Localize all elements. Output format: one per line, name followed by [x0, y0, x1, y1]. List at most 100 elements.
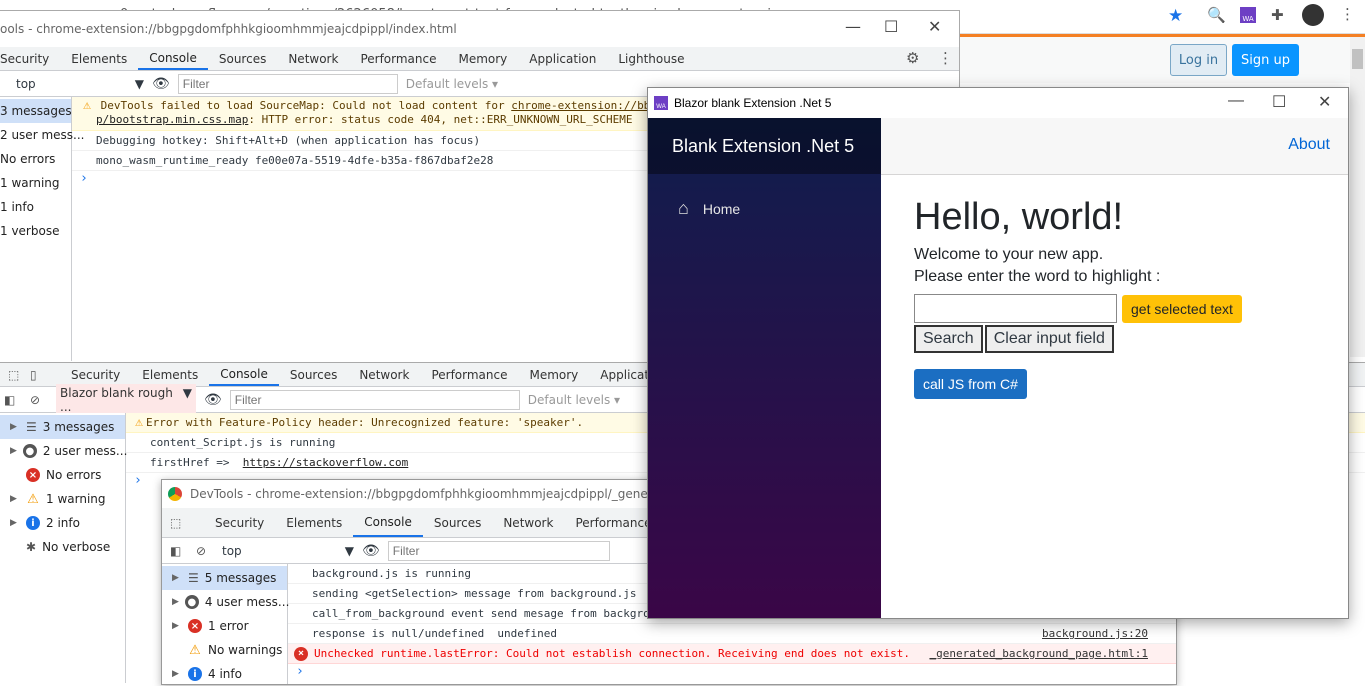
- sidebar-messages[interactable]: ▶ ☰ 3 messages: [0, 415, 125, 439]
- warning-icon: ⚠: [189, 642, 201, 658]
- scrollbar-thumb[interactable]: [1352, 49, 1363, 69]
- expand-icon: ▶: [10, 422, 17, 432]
- sidebar-info[interactable]: 1 info: [0, 195, 71, 219]
- console-prompt[interactable]: ›: [288, 664, 1176, 684]
- tab-console[interactable]: Console: [138, 47, 208, 70]
- tab-sources[interactable]: Sources: [279, 363, 348, 386]
- settings-gear-icon[interactable]: ⚙: [906, 49, 919, 67]
- tab-network[interactable]: Network: [492, 508, 564, 537]
- levels-dropdown[interactable]: Default levels ▾: [406, 77, 498, 91]
- tab-security[interactable]: Security: [0, 47, 60, 70]
- nav-item-home[interactable]: ⌂ Home: [678, 198, 881, 219]
- console-text: mono_wasm_runtime_ready fe00e07a-5519-4d…: [96, 154, 494, 167]
- sidebar-info[interactable]: ▶ i 2 info: [0, 511, 125, 535]
- tab-elements[interactable]: Elements: [60, 47, 138, 70]
- about-link[interactable]: About: [1288, 136, 1330, 154]
- blazor-window: WA Blazor blank Extension .Net 5 — ☐ ✕ B…: [647, 87, 1349, 619]
- device-toggle-icon[interactable]: ▯: [30, 368, 60, 382]
- sidebar-user-messages[interactable]: 2 user mess...: [0, 123, 84, 147]
- more-options-icon[interactable]: ⋮: [938, 49, 953, 67]
- signup-button[interactable]: Sign up: [1232, 44, 1299, 76]
- minimize-icon[interactable]: —: [1228, 92, 1244, 110]
- sidebar-errors[interactable]: No errors: [0, 147, 71, 171]
- levels-dropdown[interactable]: Default levels ▾: [528, 393, 620, 407]
- highlight-word-input[interactable]: [914, 294, 1117, 323]
- sidebar-verbose[interactable]: ✱ No verbose: [0, 535, 125, 559]
- sidebar-errors[interactable]: ▶ × 1 error: [162, 614, 287, 638]
- close-icon[interactable]: ✕: [1318, 92, 1331, 112]
- console-text: sending <getSelection> message from back…: [312, 587, 637, 600]
- tab-sources[interactable]: Sources: [423, 508, 492, 537]
- console-text: Debugging hotkey: Shift+Alt+D (when appl…: [96, 134, 481, 147]
- tab-performance[interactable]: Performance: [420, 363, 518, 386]
- console-log-line: response is null/undefined undefined back…: [288, 624, 1176, 644]
- close-icon[interactable]: ✕: [928, 17, 941, 36]
- inspect-icon[interactable]: ⬚: [170, 516, 204, 530]
- sidebar-toggle-icon[interactable]: ◧: [170, 544, 188, 558]
- sidebar-warnings[interactable]: 1 warning: [0, 171, 71, 195]
- sidebar-user-messages[interactable]: ▶ ● 4 user mess...: [162, 590, 289, 614]
- tab-security[interactable]: Security: [204, 508, 275, 537]
- bookmark-star-icon[interactable]: ★: [1168, 6, 1183, 26]
- tab-lighthouse[interactable]: Lighthouse: [607, 47, 695, 70]
- profile-avatar[interactable]: [1302, 4, 1324, 26]
- tab-application[interactable]: Application: [518, 47, 607, 70]
- search-button[interactable]: Search: [914, 325, 983, 353]
- devtools1-titlebar: ools - chrome-extension://bbgpgdomfphhkg…: [0, 11, 959, 47]
- eye-icon[interactable]: 👁: [152, 76, 170, 92]
- nav-home-label: Home: [702, 200, 741, 217]
- context-select[interactable]: top ▼: [222, 544, 354, 558]
- minimize-icon[interactable]: —: [845, 17, 861, 36]
- clear-input-button[interactable]: Clear input field: [984, 325, 1114, 353]
- tab-performance[interactable]: Performance: [349, 47, 447, 70]
- filter-input[interactable]: [177, 73, 398, 94]
- tab-console[interactable]: Console: [209, 363, 279, 386]
- sidebar-label: No verbose: [42, 540, 111, 554]
- tab-network[interactable]: Network: [277, 47, 349, 70]
- source-link[interactable]: background.js:20: [1042, 627, 1148, 640]
- maximize-icon[interactable]: ☐: [1272, 92, 1286, 112]
- clear-console-icon[interactable]: ⊘: [30, 393, 48, 407]
- inspect-icon[interactable]: ⬚: [8, 368, 30, 382]
- sidebar-warnings[interactable]: ⚠ No warnings: [162, 638, 287, 662]
- sidebar-label: 2 info: [46, 516, 80, 530]
- source-link[interactable]: _generated_background_page.html:1: [929, 647, 1148, 660]
- filter-input[interactable]: [229, 389, 520, 410]
- sidebar-label: No warnings: [208, 643, 283, 657]
- blazor-extension-icon[interactable]: WA: [1240, 7, 1256, 23]
- tab-elements[interactable]: Elements: [275, 508, 353, 537]
- eye-icon[interactable]: 👁: [362, 543, 380, 559]
- sidebar-errors[interactable]: × No errors: [0, 463, 125, 487]
- menu-kebab-icon[interactable]: ⋮: [1340, 5, 1355, 23]
- zoom-icon[interactable]: 🔍: [1207, 6, 1226, 24]
- nav-brand[interactable]: Blank Extension .Net 5: [672, 136, 854, 157]
- nav-brand-bar: Blank Extension .Net 5: [648, 118, 881, 174]
- sidebar-messages[interactable]: 3 messages: [0, 99, 72, 123]
- sidebar-warnings[interactable]: ▶ ⚠ 1 warning: [0, 487, 125, 511]
- maximize-icon[interactable]: ☐: [884, 17, 898, 36]
- extensions-puzzle-icon[interactable]: ✚: [1271, 6, 1284, 24]
- context-select[interactable]: top ▼: [4, 77, 144, 91]
- stackoverflow-link[interactable]: https://stackoverflow.com: [243, 456, 409, 469]
- tab-memory[interactable]: Memory: [447, 47, 518, 70]
- user-icon: ●: [22, 444, 37, 458]
- clear-console-icon[interactable]: ⊘: [196, 544, 214, 558]
- call-js-button[interactable]: call JS from C#: [914, 369, 1027, 399]
- tab-sources[interactable]: Sources: [208, 47, 277, 70]
- sidebar-toggle-icon[interactable]: ◧: [4, 393, 22, 407]
- page-scrollbar[interactable]: [1350, 37, 1365, 357]
- get-selected-text-button[interactable]: get selected text: [1122, 294, 1242, 323]
- sidebar-messages[interactable]: ▶ ☰ 5 messages: [162, 566, 287, 590]
- eye-icon[interactable]: 👁: [204, 392, 222, 408]
- sidebar-info[interactable]: ▶ i 4 info: [162, 662, 287, 686]
- tab-memory[interactable]: Memory: [518, 363, 589, 386]
- dropdown-icon: ▼: [344, 543, 354, 558]
- login-button[interactable]: Log in: [1170, 44, 1227, 76]
- tab-console[interactable]: Console: [353, 508, 423, 537]
- sidebar-verbose[interactable]: 1 verbose: [0, 219, 71, 243]
- sourcemap-link-cont[interactable]: p/bootstrap.min.css.map: [80, 113, 248, 126]
- filter-input[interactable]: [387, 540, 610, 561]
- tab-network[interactable]: Network: [348, 363, 420, 386]
- sidebar-user-messages[interactable]: ▶ ● 2 user mess...: [0, 439, 127, 463]
- context-select[interactable]: Blazor blank rough ... ▼: [56, 383, 196, 416]
